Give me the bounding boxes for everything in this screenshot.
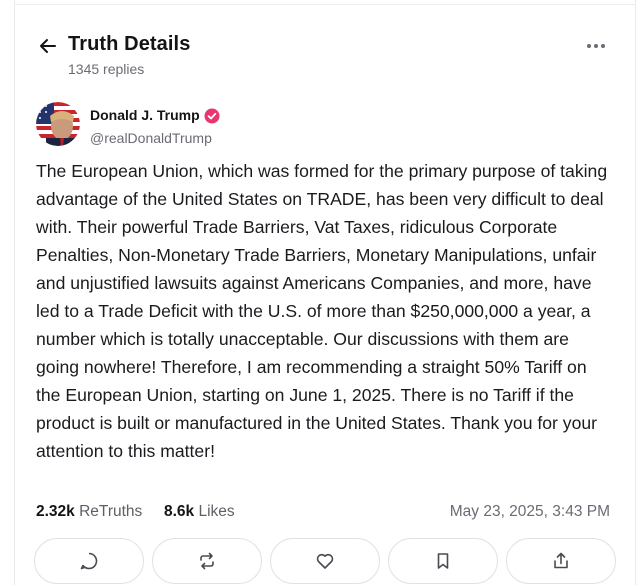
retruths-label: ReTruths — [79, 503, 143, 520]
likes-stat[interactable]: 8.6k Likes — [164, 503, 235, 521]
author-name[interactable]: Donald J. Trump — [90, 107, 200, 123]
header: Truth Details 1345 replies — [36, 30, 608, 82]
bookmark-button[interactable] — [388, 538, 498, 584]
avatar[interactable] — [36, 102, 80, 146]
post-text: The European Union, which was formed for… — [36, 161, 608, 461]
action-bar — [34, 538, 616, 584]
likes-label: Likes — [198, 503, 235, 520]
post-stats: 2.32k ReTruths 8.6k Likes May 23, 2025, … — [36, 503, 610, 523]
author-handle[interactable]: @realDonaldTrump — [90, 130, 212, 146]
reply-button[interactable] — [34, 538, 144, 584]
post-timestamp: May 23, 2025, 3:43 PM — [449, 503, 610, 520]
arrow-left-icon — [40, 39, 56, 53]
retruth-icon — [200, 552, 214, 570]
more-horizontal-icon — [587, 44, 605, 48]
left-divider — [14, 0, 15, 585]
back-button[interactable] — [36, 34, 60, 58]
like-button[interactable] — [270, 538, 380, 584]
truth-details-page: Truth Details 1345 replies Donald J. Tru… — [0, 0, 644, 585]
share-button[interactable] — [506, 538, 616, 584]
verified-badge-icon — [204, 108, 220, 124]
bookmark-icon — [437, 553, 449, 569]
right-divider — [635, 0, 636, 585]
reply-icon — [80, 552, 98, 570]
author-block: Donald J. Trump @realDonaldTrump — [36, 102, 608, 148]
more-options-button[interactable] — [584, 38, 608, 54]
reply-count: 1345 replies — [68, 61, 145, 77]
share-icon — [554, 552, 568, 569]
retruth-button[interactable] — [152, 538, 262, 584]
likes-count: 8.6k — [164, 503, 195, 520]
page-title: Truth Details — [68, 33, 191, 55]
top-divider — [14, 4, 636, 5]
retruths-count: 2.32k — [36, 503, 75, 520]
retruths-stat[interactable]: 2.32k ReTruths — [36, 503, 142, 521]
like-icon — [316, 553, 334, 569]
